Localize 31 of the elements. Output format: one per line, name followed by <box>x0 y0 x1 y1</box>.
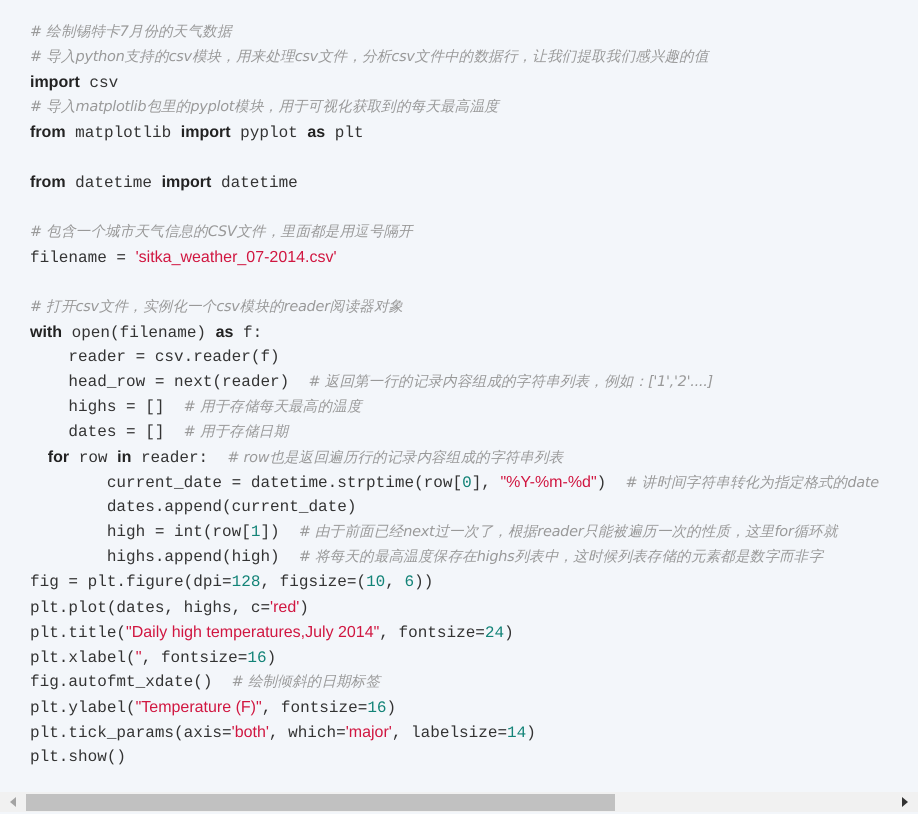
scroll-right-icon[interactable] <box>900 796 910 808</box>
code-line: current_date = datetime.strptime(row[0], "%Y-%m-%d") # 讲时间字符串转化为指定格式的date <box>106 473 879 494</box>
code-line: plt.plot(dates, highs, c='red') <box>30 598 309 619</box>
code-line: high = int(row[1]) # 由于前面已经next过一次了，根据reader只能被遍历一次的性质，这里for循环就 <box>106 522 838 543</box>
code-line: from matplotlib import pyplot as plt <box>30 123 364 144</box>
code-line: highs = [] # 用于存储每天最高的温度 <box>67 397 362 418</box>
code-line: reader = csv.reader(f) <box>67 347 280 368</box>
code-line: from datetime import datetime <box>30 173 298 194</box>
code-line: # 绘制锡特卡7月份的天气数据 <box>30 23 232 42</box>
code-line: import csv <box>30 73 118 94</box>
code-line: with open(filename) as f: <box>30 323 262 344</box>
code-line: # 导入matplotlib包里的pyplot模块，用于可视化获取到的每天最高温度 <box>30 98 499 117</box>
code-line: dates = [] # 用于存储日期 <box>67 422 288 443</box>
code-line: for row in reader: # row也是返回遍历行的记录内容组成的字符串列表 <box>46 448 564 469</box>
code-line: filename = 'sitka_weather_07-2014.csv' <box>30 248 337 269</box>
code-line: fig.autofmt_xdate() # 绘制倾斜的日期标签 <box>30 672 380 693</box>
code-line: dates.append(current_date) <box>106 497 356 518</box>
code-line: plt.tick_params(axis='both', which='major', labelsize=14) <box>30 723 536 744</box>
code-line: plt.ylabel("Temperature (F)", fontsize=16) <box>30 698 396 719</box>
code-line: fig = plt.figure(dpi=128, figsize=(10, 6)) <box>30 572 434 593</box>
code-line: head_row = next(reader) # 返回第一行的记录内容组成的字符串列表，例如：['1','2'....] <box>67 372 713 393</box>
code-line: # 导入python支持的csv模块，用来处理csv文件，分析csv文件中的数据行，让我们提取我们感兴趣的值 <box>30 48 709 67</box>
code-line: # 打开csv文件，实例化一个csv模块的reader阅读器对象 <box>30 298 404 317</box>
code-line: # 包含一个城市天气信息的CSV文件，里面都是用逗号隔开 <box>30 222 413 242</box>
code-line: plt.show() <box>30 747 126 768</box>
scroll-left-icon[interactable] <box>8 796 18 808</box>
code-line: highs.append(high) # 将每天的最高温度保存在highs列表中，这时候列表存储的元素都是数字而非字 <box>106 547 824 568</box>
scrollbar-thumb[interactable] <box>26 794 615 811</box>
code-line: plt.xlabel('', fontsize=16) <box>30 648 276 669</box>
code-line: plt.title("Daily high temperatures,July 2014", fontsize=24) <box>30 623 514 644</box>
horizontal-scrollbar[interactable] <box>0 792 918 812</box>
